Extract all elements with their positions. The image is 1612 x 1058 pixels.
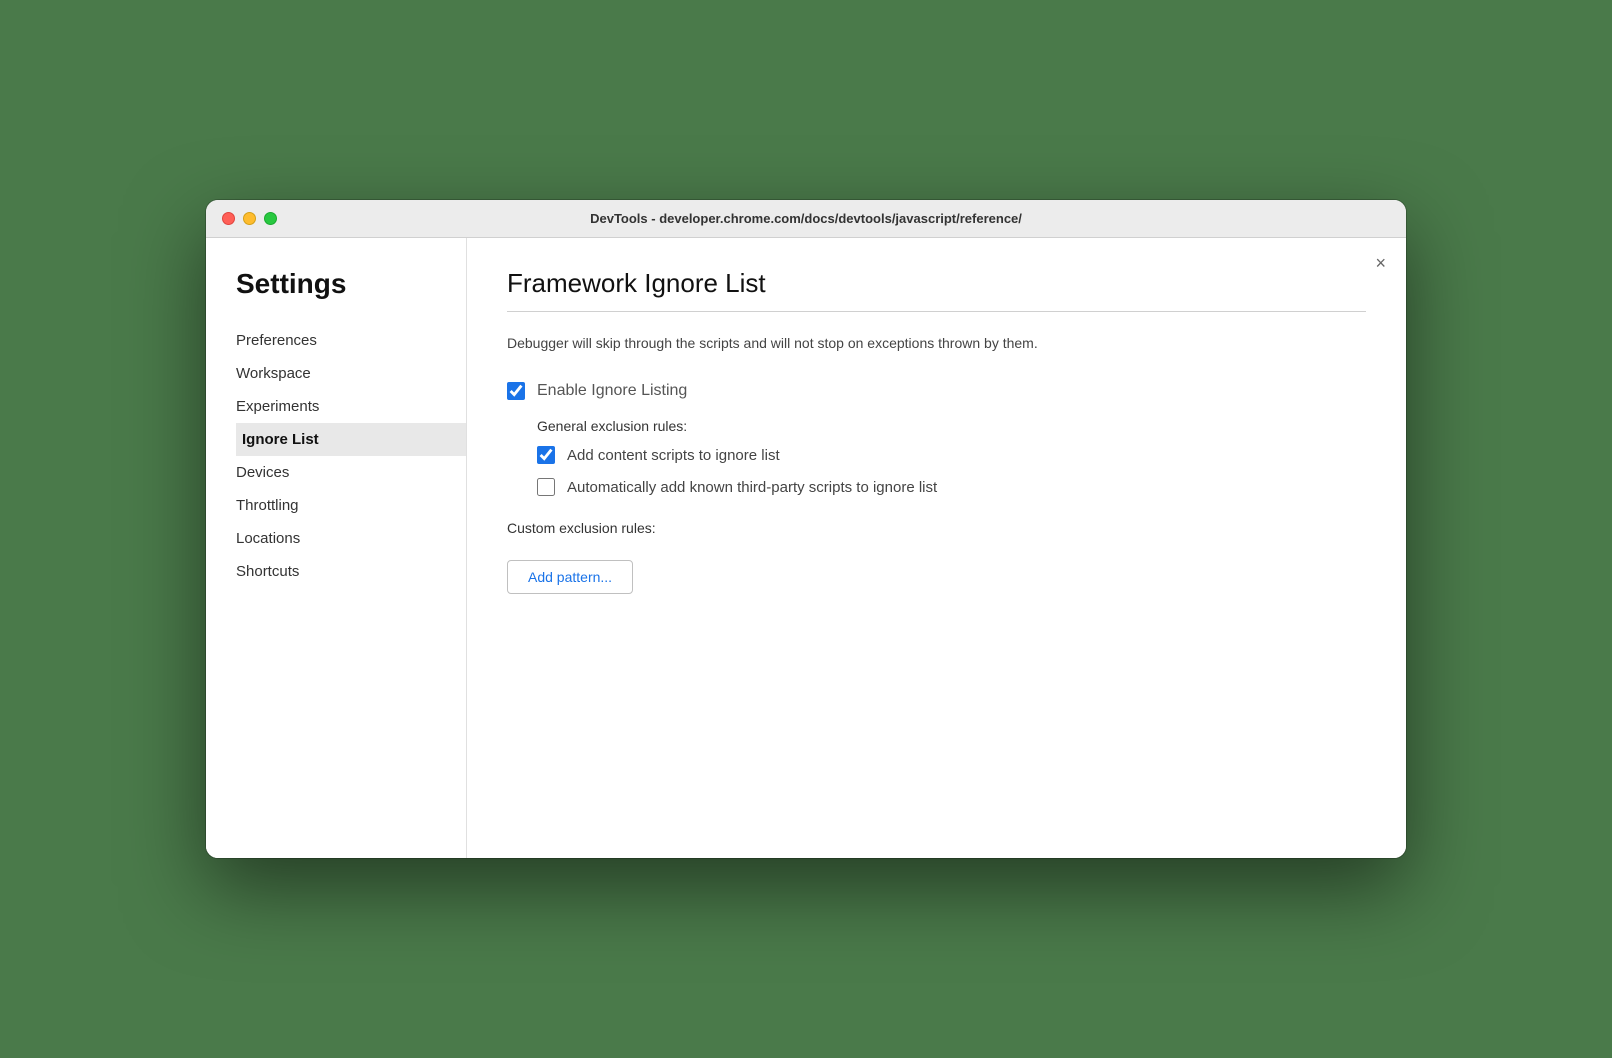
minimize-button[interactable] bbox=[243, 212, 256, 225]
add-content-scripts-label[interactable]: Add content scripts to ignore list bbox=[567, 447, 780, 464]
content-panel: Framework Ignore List Debugger will skip… bbox=[466, 238, 1406, 858]
title-bar: DevTools - developer.chrome.com/docs/dev… bbox=[206, 200, 1406, 238]
content-divider bbox=[507, 311, 1366, 312]
browser-window: DevTools - developer.chrome.com/docs/dev… bbox=[206, 200, 1406, 858]
sidebar-item-ignore-list[interactable]: Ignore List bbox=[236, 423, 466, 456]
add-pattern-button[interactable]: Add pattern... bbox=[507, 560, 633, 594]
enable-ignore-listing-checkbox[interactable] bbox=[507, 382, 525, 400]
auto-add-third-party-label[interactable]: Automatically add known third-party scri… bbox=[567, 479, 937, 496]
sidebar-item-preferences[interactable]: Preferences bbox=[236, 324, 466, 357]
modal-close-button[interactable]: × bbox=[1375, 254, 1386, 272]
content-description: Debugger will skip through the scripts a… bbox=[507, 332, 1287, 354]
sidebar-item-experiments[interactable]: Experiments bbox=[236, 390, 466, 423]
auto-add-third-party-row: Automatically add known third-party scri… bbox=[537, 478, 1366, 496]
custom-exclusion-section: Custom exclusion rules: Add pattern... bbox=[507, 520, 1366, 594]
general-exclusion-group: General exclusion rules: Add content scr… bbox=[537, 418, 1366, 496]
sidebar-title: Settings bbox=[236, 268, 466, 300]
maximize-button[interactable] bbox=[264, 212, 277, 225]
browser-title: DevTools - developer.chrome.com/docs/dev… bbox=[590, 211, 1022, 226]
sidebar-item-shortcuts[interactable]: Shortcuts bbox=[236, 555, 466, 588]
sidebar-nav: Preferences Workspace Experiments Ignore… bbox=[236, 324, 466, 588]
add-content-scripts-row: Add content scripts to ignore list bbox=[537, 446, 1366, 464]
close-button[interactable] bbox=[222, 212, 235, 225]
sidebar-item-throttling[interactable]: Throttling bbox=[236, 489, 466, 522]
enable-ignore-listing-section: Enable Ignore Listing General exclusion … bbox=[507, 382, 1366, 594]
sidebar: Settings Preferences Workspace Experimen… bbox=[206, 238, 466, 858]
sidebar-item-devices[interactable]: Devices bbox=[236, 456, 466, 489]
settings-modal: × Settings Preferences Workspace Experim… bbox=[206, 238, 1406, 858]
custom-exclusion-label: Custom exclusion rules: bbox=[507, 520, 1366, 536]
auto-add-third-party-checkbox[interactable] bbox=[537, 478, 555, 496]
sidebar-item-workspace[interactable]: Workspace bbox=[236, 357, 466, 390]
content-title: Framework Ignore List bbox=[507, 268, 1366, 299]
sidebar-item-locations[interactable]: Locations bbox=[236, 522, 466, 555]
enable-ignore-listing-row: Enable Ignore Listing bbox=[507, 382, 1366, 400]
add-content-scripts-checkbox[interactable] bbox=[537, 446, 555, 464]
traffic-lights bbox=[222, 212, 277, 225]
modal-body: Settings Preferences Workspace Experimen… bbox=[206, 238, 1406, 858]
general-exclusion-label: General exclusion rules: bbox=[537, 418, 1366, 434]
enable-ignore-listing-label[interactable]: Enable Ignore Listing bbox=[537, 382, 687, 400]
